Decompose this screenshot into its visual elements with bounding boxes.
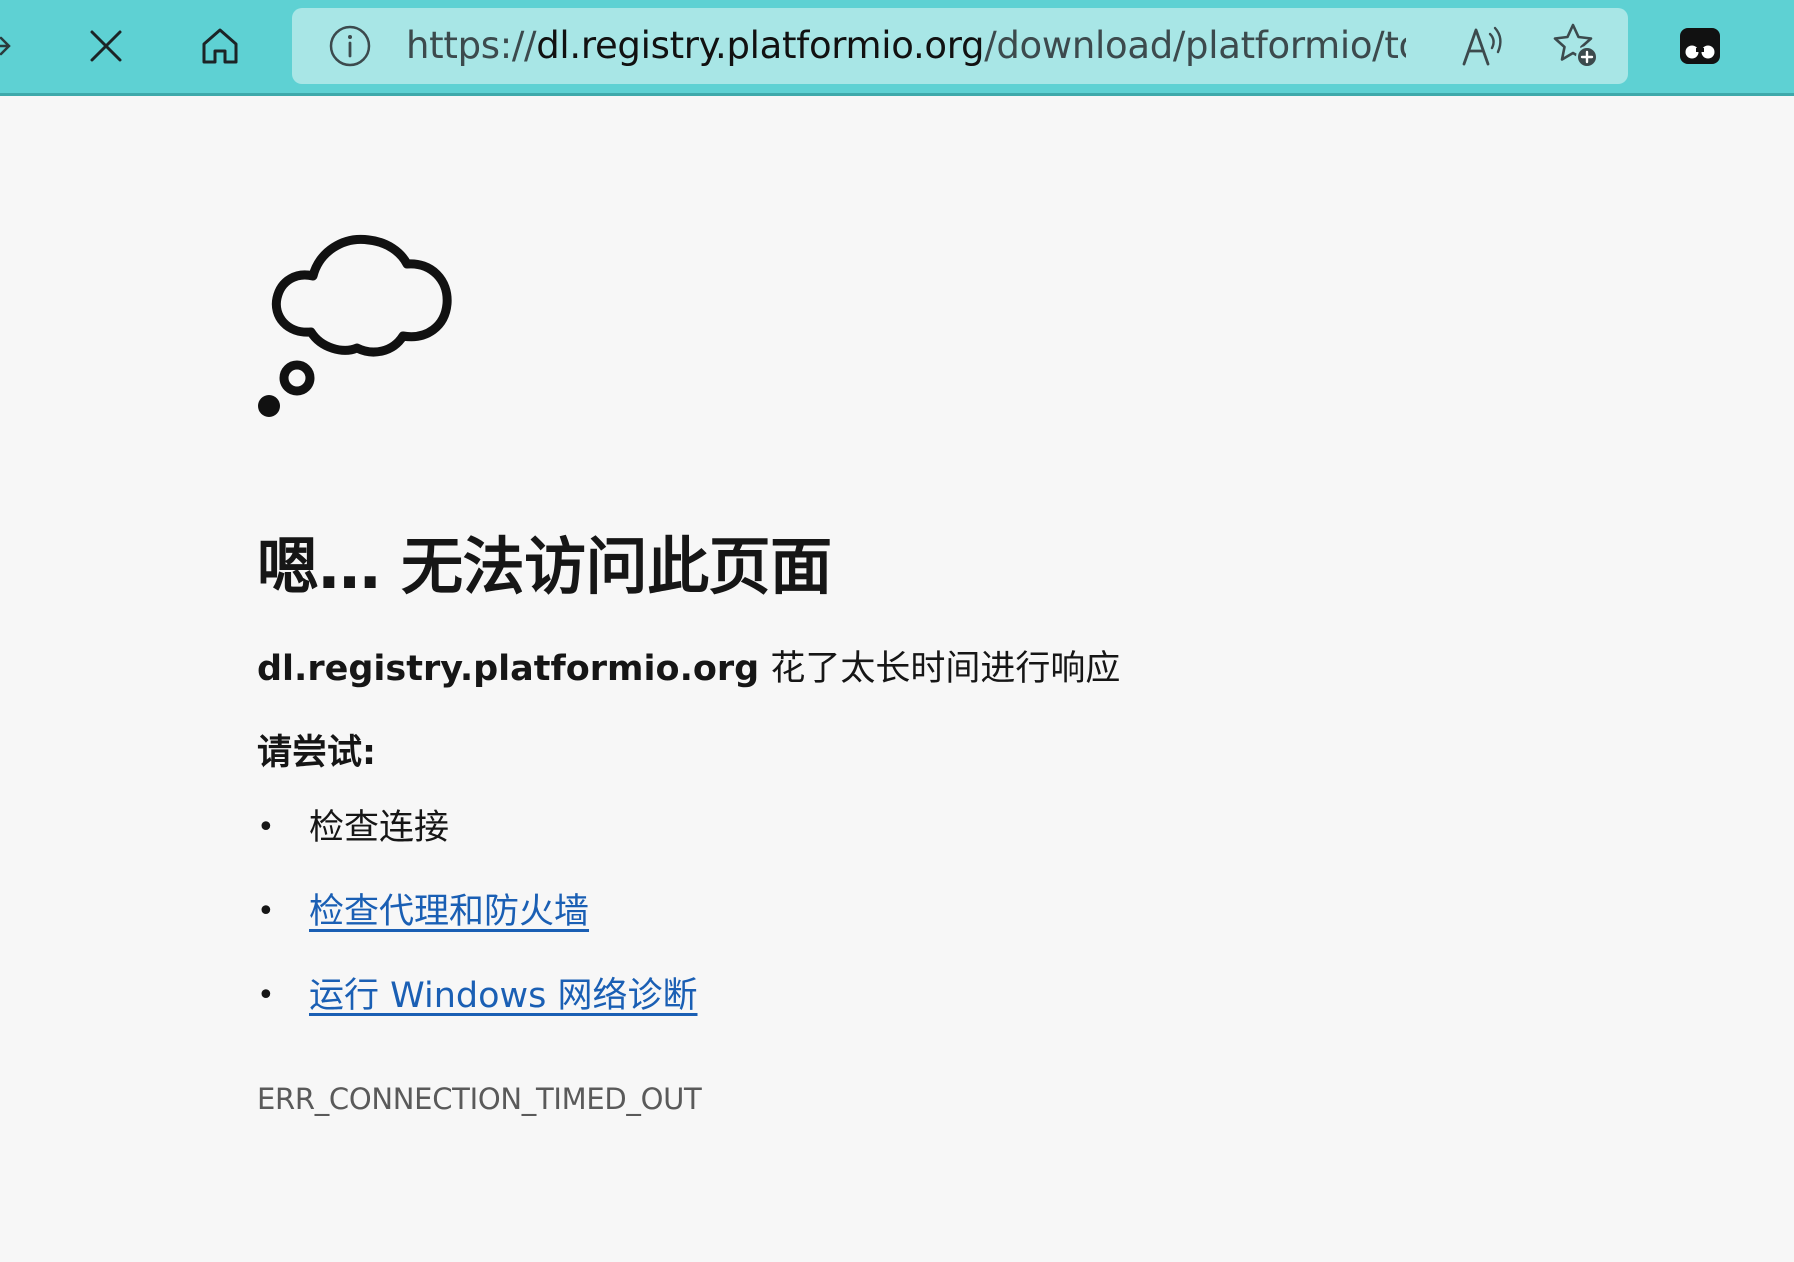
check-proxy-firewall-link[interactable]: 检查代理和防火墙 (309, 892, 589, 932)
thought-cloud-icon (258, 234, 452, 417)
suggestion-item: • 检查代理和防火墙 (257, 884, 698, 968)
url-host: dl.registry.platformio.org (536, 24, 985, 67)
info-icon (329, 25, 371, 67)
suggestion-list: • 检查连接 • 检查代理和防火墙 • 运行 Windows 网络诊断 (257, 800, 698, 1052)
back-arrow-icon (0, 36, 11, 56)
error-description: dl.registry.platformio.org 花了太长时间进行响应 (257, 640, 1120, 691)
stop-button[interactable] (70, 12, 142, 80)
url-scheme: https:// (406, 24, 537, 67)
error-message: 花了太长时间进行响应 (759, 649, 1121, 689)
error-host: dl.registry.platformio.org (257, 649, 760, 689)
error-code: ERR_CONNECTION_TIMED_OUT (257, 1082, 702, 1116)
suggestion-check-connection: 检查连接 (309, 808, 450, 848)
extension-button[interactable] (1664, 12, 1736, 80)
bullet: • (257, 978, 275, 1013)
add-favorite-icon (1553, 23, 1598, 68)
read-aloud-button[interactable] (1452, 14, 1516, 78)
suggestion-item: • 运行 Windows 网络诊断 (257, 968, 698, 1052)
browser-toolbar: https://dl.registry.platformio.org/downl… (0, 0, 1794, 96)
bullet: • (257, 894, 275, 929)
site-info-button[interactable] (320, 16, 380, 76)
back-button[interactable] (0, 12, 18, 80)
error-title: 嗯… 无法访问此页面 (257, 530, 832, 603)
try-heading: 请尝试: (257, 733, 376, 773)
add-favorite-button[interactable] (1544, 14, 1608, 78)
close-icon (90, 30, 122, 62)
url-path: /download/platformio/tool/t... (984, 24, 1406, 67)
suggestion-item: • 检查连接 (257, 800, 698, 884)
url-text[interactable]: https://dl.registry.platformio.org/downl… (406, 8, 1406, 84)
bullet: • (257, 810, 275, 845)
glasses-extension-icon (1680, 28, 1720, 64)
home-button[interactable] (184, 12, 256, 80)
run-network-diagnostics-link[interactable]: 运行 Windows 网络诊断 (309, 976, 698, 1016)
read-aloud-icon (1462, 26, 1502, 66)
address-bar[interactable]: https://dl.registry.platformio.org/downl… (292, 8, 1628, 84)
home-icon (202, 28, 238, 64)
